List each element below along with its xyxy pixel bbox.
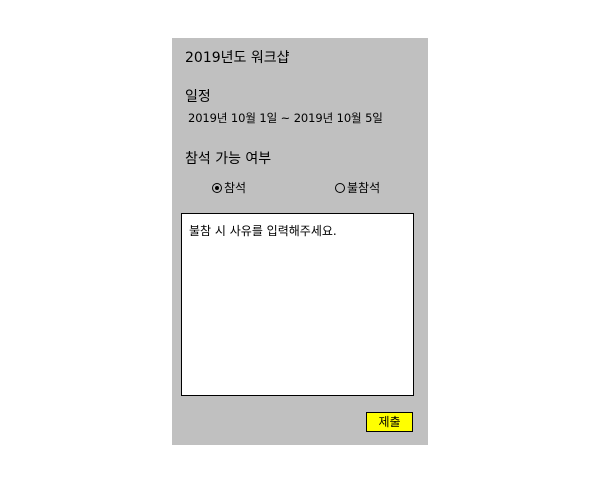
attend-radio-option[interactable]: 참석 bbox=[212, 179, 246, 196]
workshop-form-panel: 2019년도 워크샵 일정 2019년 10월 1일 ~ 2019년 10월 5… bbox=[172, 38, 428, 445]
not-attend-radio-option[interactable]: 불참석 bbox=[335, 179, 380, 196]
attend-radio-label: 참석 bbox=[224, 181, 247, 195]
radio-checked-icon[interactable] bbox=[212, 182, 222, 193]
form-title: 2019년도 워크샵 bbox=[185, 50, 290, 66]
not-attend-radio-label: 불참석 bbox=[347, 181, 381, 195]
absence-reason-textarea[interactable] bbox=[181, 213, 414, 396]
submit-button[interactable]: 제출 bbox=[366, 412, 413, 432]
attendance-heading: 참석 가능 여부 bbox=[185, 151, 272, 167]
radio-unchecked-icon[interactable] bbox=[335, 182, 345, 193]
schedule-heading: 일정 bbox=[185, 89, 211, 105]
schedule-dates: 2019년 10월 1일 ~ 2019년 10월 5일 bbox=[188, 111, 383, 125]
